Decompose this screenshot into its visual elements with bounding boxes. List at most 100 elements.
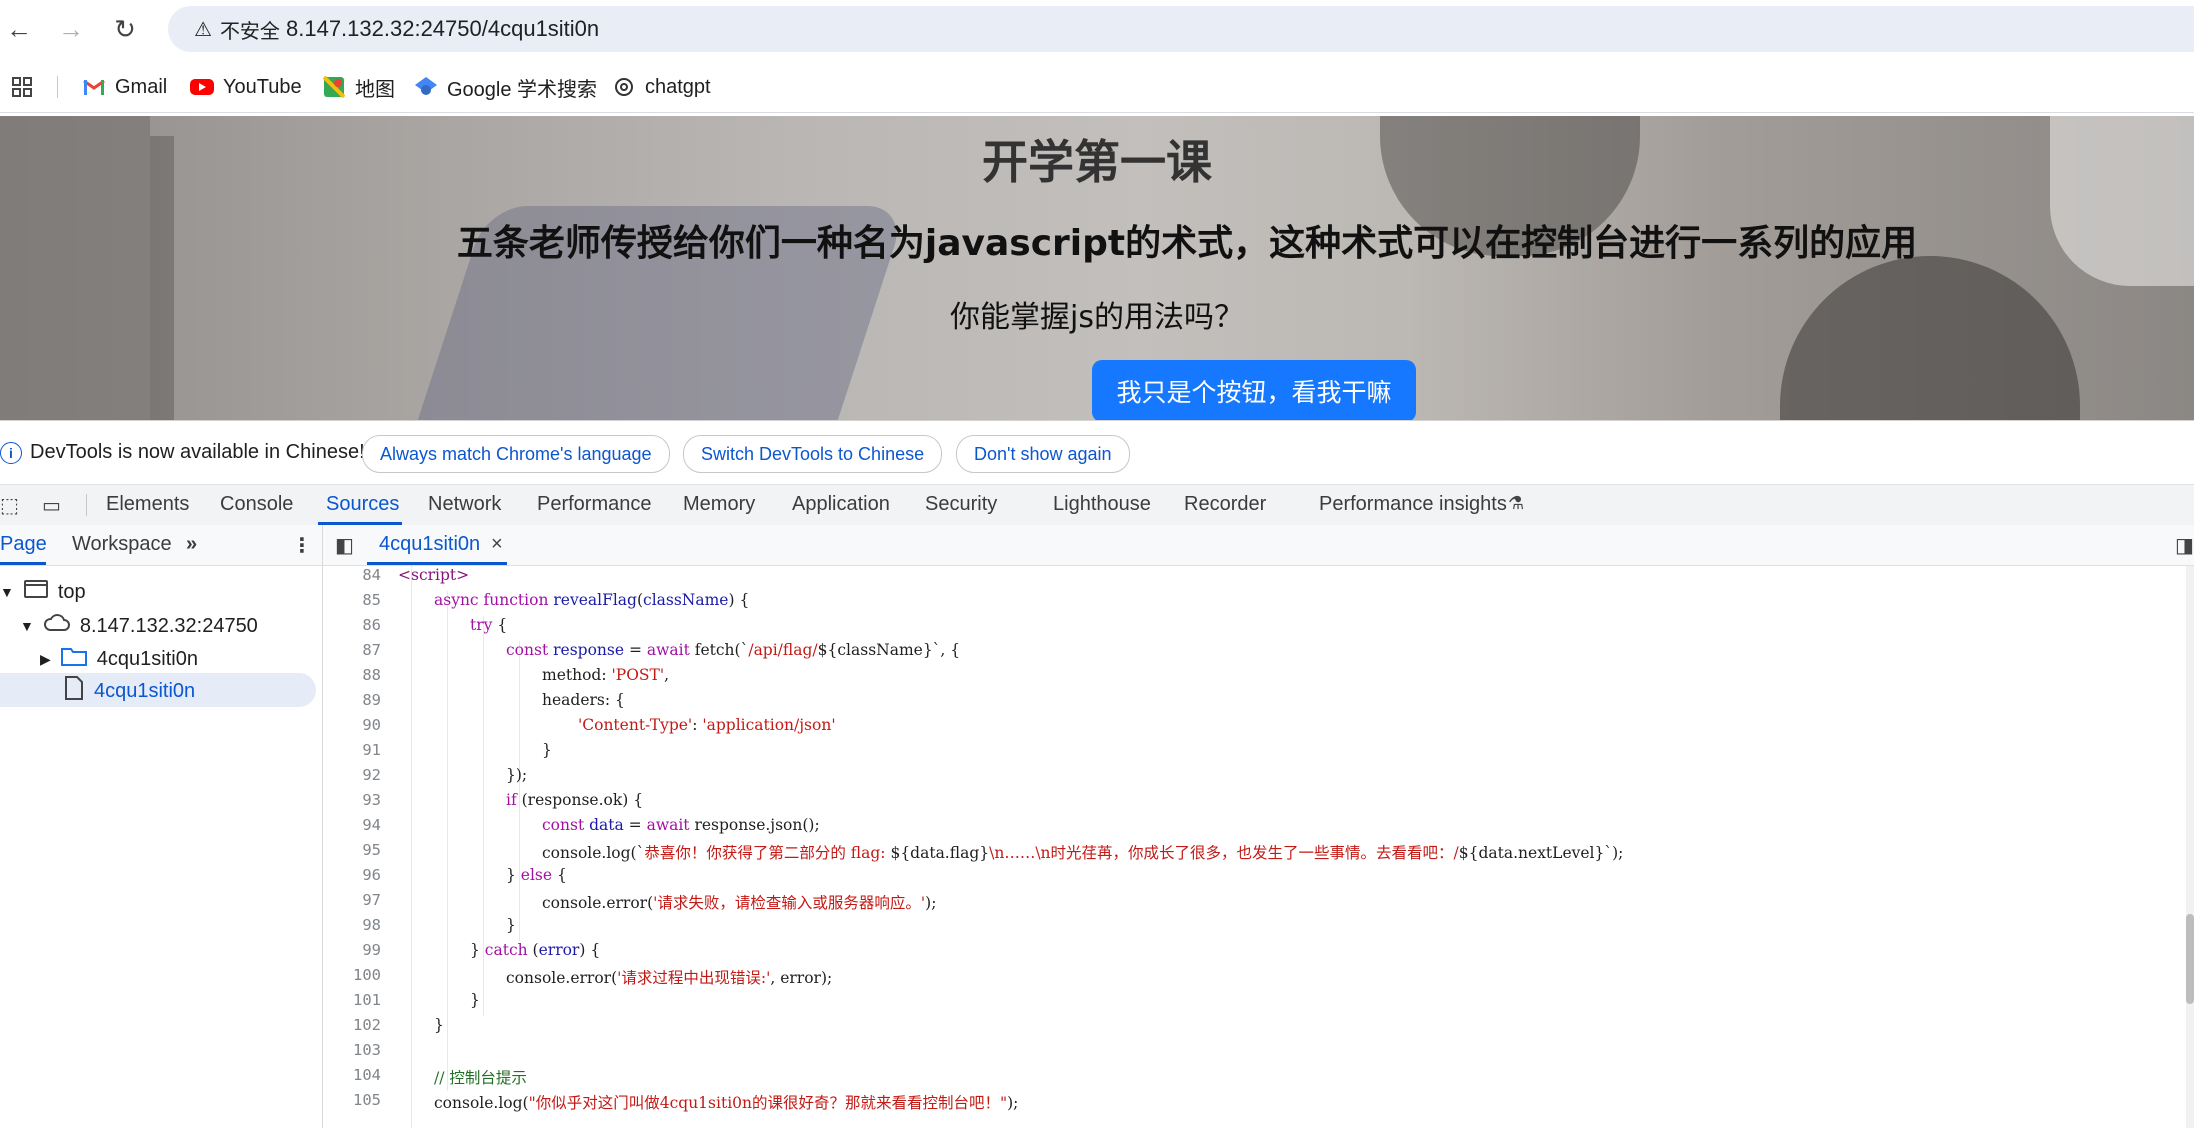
- tree-item-host[interactable]: ▼ 8.147.132.32:24750: [20, 611, 258, 641]
- infobar-text: DevTools is now available in Chinese!: [30, 441, 365, 463]
- bookmark-label: Google 学术搜索: [447, 78, 598, 101]
- sources-navigator: Page Workspace » ⋮ ▼ top ▼ 8.147.132.32:…: [0, 525, 323, 1128]
- code-line[interactable]: } else {: [506, 866, 567, 884]
- toggle-navigator-icon[interactable]: ◧: [335, 533, 354, 558]
- bookmark-gmail[interactable]: Gmail: [82, 72, 167, 102]
- indent-guide: [411, 566, 412, 1128]
- editor-tab-file[interactable]: 4cqu1siti0n: [379, 533, 480, 556]
- line-number[interactable]: 103: [323, 1041, 381, 1059]
- code-line[interactable]: console.log(`恭喜你！你获得了第二部分的 flag: ${data.…: [542, 841, 1623, 863]
- code-line[interactable]: <script>: [398, 566, 469, 584]
- tab-performance[interactable]: Performance: [537, 493, 652, 516]
- device-toolbar-icon[interactable]: ▭: [42, 493, 61, 518]
- inspect-element-icon[interactable]: ⬚: [0, 493, 19, 518]
- omnibox[interactable]: ⚠ 不安全 8.147.132.32:24750/4cqu1siti0n: [168, 6, 2194, 52]
- code-line[interactable]: } catch (error) {: [470, 941, 600, 959]
- frame-icon: [23, 580, 48, 604]
- line-number[interactable]: 87: [323, 641, 381, 659]
- code-line[interactable]: });: [506, 766, 527, 784]
- line-number[interactable]: 98: [323, 916, 381, 934]
- tab-sources[interactable]: Sources: [326, 493, 399, 516]
- url-text[interactable]: 8.147.132.32:24750/4cqu1siti0n: [286, 16, 599, 42]
- code-line[interactable]: if (response.ok) {: [506, 791, 643, 809]
- code-line[interactable]: 'Content-Type': 'application/json': [578, 716, 836, 734]
- switch-to-chinese-button[interactable]: Switch DevTools to Chinese: [683, 435, 943, 473]
- tab-elements[interactable]: Elements: [106, 493, 189, 516]
- dont-show-again-button[interactable]: Don't show again: [956, 435, 1130, 473]
- code-line[interactable]: async function revealFlag(className) {: [434, 591, 749, 609]
- tree-item-top[interactable]: ▼ top: [0, 577, 86, 607]
- code-line[interactable]: }: [434, 1016, 444, 1034]
- line-number[interactable]: 90: [323, 716, 381, 734]
- back-button[interactable]: ←: [0, 10, 38, 48]
- tree-item-file[interactable]: 4cqu1siti0n: [64, 676, 195, 706]
- line-number[interactable]: 89: [323, 691, 381, 709]
- tree-label: top: [57, 580, 86, 603]
- code-token: });: [506, 766, 528, 784]
- line-number[interactable]: 102: [323, 1016, 381, 1034]
- site-info-chip[interactable]: ⚠ 不安全: [182, 13, 292, 45]
- tab-network[interactable]: Network: [428, 493, 501, 516]
- line-number[interactable]: 97: [323, 891, 381, 909]
- reload-button[interactable]: ↻: [106, 10, 144, 48]
- bookmark-maps[interactable]: 地图: [322, 72, 395, 102]
- more-tabs-chevron-icon[interactable]: »: [186, 533, 197, 556]
- bookmark-chatgpt[interactable]: chatgpt: [612, 72, 711, 102]
- line-number[interactable]: 93: [323, 791, 381, 809]
- code-line[interactable]: const response = await fetch(`/api/flag/…: [506, 641, 960, 659]
- code-line[interactable]: }: [470, 991, 480, 1009]
- line-number[interactable]: 100: [323, 966, 381, 984]
- line-number[interactable]: 92: [323, 766, 381, 784]
- line-number[interactable]: 84: [323, 566, 381, 584]
- code-line[interactable]: // 控制台提示: [434, 1066, 527, 1088]
- line-number[interactable]: 96: [323, 866, 381, 884]
- apps-button[interactable]: [10, 72, 34, 102]
- code-line[interactable]: }: [506, 916, 516, 934]
- navigator-tab-page[interactable]: Page: [0, 533, 47, 556]
- line-number[interactable]: 86: [323, 616, 381, 634]
- editor-scrollbar[interactable]: [2186, 566, 2194, 1128]
- code-line[interactable]: }: [542, 741, 552, 759]
- close-tab-icon[interactable]: ×: [491, 533, 503, 556]
- line-number[interactable]: 99: [323, 941, 381, 959]
- code-line[interactable]: headers: {: [542, 691, 625, 709]
- always-match-language-button[interactable]: Always match Chrome's language: [362, 435, 670, 473]
- scrollbar-thumb[interactable]: [2186, 914, 2194, 1004]
- code-line[interactable]: method: 'POST',: [542, 666, 669, 684]
- code-token: const: [542, 816, 590, 834]
- code-line[interactable]: console.log("你似乎对这门叫做4cqu1siti0n的课很好奇？那就…: [434, 1091, 1018, 1113]
- line-number[interactable]: 85: [323, 591, 381, 609]
- line-number[interactable]: 88: [323, 666, 381, 684]
- line-number[interactable]: 105: [323, 1091, 381, 1109]
- navigator-tab-workspace[interactable]: Workspace: [72, 533, 172, 556]
- tab-lighthouse[interactable]: Lighthouse: [1053, 493, 1151, 516]
- tab-performance-insights[interactable]: Performance insights: [1319, 493, 1507, 516]
- tab-application[interactable]: Application: [792, 493, 890, 516]
- line-number[interactable]: 104: [323, 1066, 381, 1084]
- line-number[interactable]: 91: [323, 741, 381, 759]
- toggle-debugger-icon[interactable]: ◨: [2175, 533, 2194, 558]
- code-line[interactable]: const data = await response.json();: [542, 816, 820, 834]
- line-number[interactable]: 95: [323, 841, 381, 859]
- bookmark-scholar[interactable]: Google 学术搜索: [414, 72, 597, 102]
- tab-security[interactable]: Security: [925, 493, 997, 516]
- tree-item-folder[interactable]: ▶ 4cqu1siti0n: [40, 644, 198, 674]
- tab-console[interactable]: Console: [220, 493, 293, 516]
- address-bar-row: ← → ↻ ⚠ 不安全 8.147.132.32:24750/4cqu1siti…: [0, 0, 2194, 58]
- code-editor[interactable]: 84 85 86 87 88 89 90 91 92 93 94 95 96 9…: [323, 566, 2194, 1128]
- code-token: console.log(: [434, 1094, 529, 1112]
- tab-recorder[interactable]: Recorder: [1184, 493, 1266, 516]
- code-line[interactable]: console.error('请求失败，请检查输入或服务器响应。');: [542, 891, 936, 913]
- bookmark-youtube[interactable]: YouTube: [190, 72, 302, 102]
- code-line[interactable]: console.error('请求过程中出现错误:', error);: [506, 966, 832, 988]
- line-number[interactable]: 101: [323, 991, 381, 1009]
- code-token: await: [646, 816, 695, 834]
- tab-memory[interactable]: Memory: [683, 493, 755, 516]
- more-options-icon[interactable]: ⋮: [292, 533, 312, 558]
- code-line[interactable]: try {: [470, 616, 507, 634]
- reveal-button[interactable]: 我只是个按钮，看我干嘛: [1092, 360, 1416, 420]
- code-token: <script>: [398, 566, 470, 584]
- forward-button[interactable]: →: [52, 10, 90, 48]
- line-number[interactable]: 94: [323, 816, 381, 834]
- code-token: 'Content-Type': [578, 716, 693, 734]
